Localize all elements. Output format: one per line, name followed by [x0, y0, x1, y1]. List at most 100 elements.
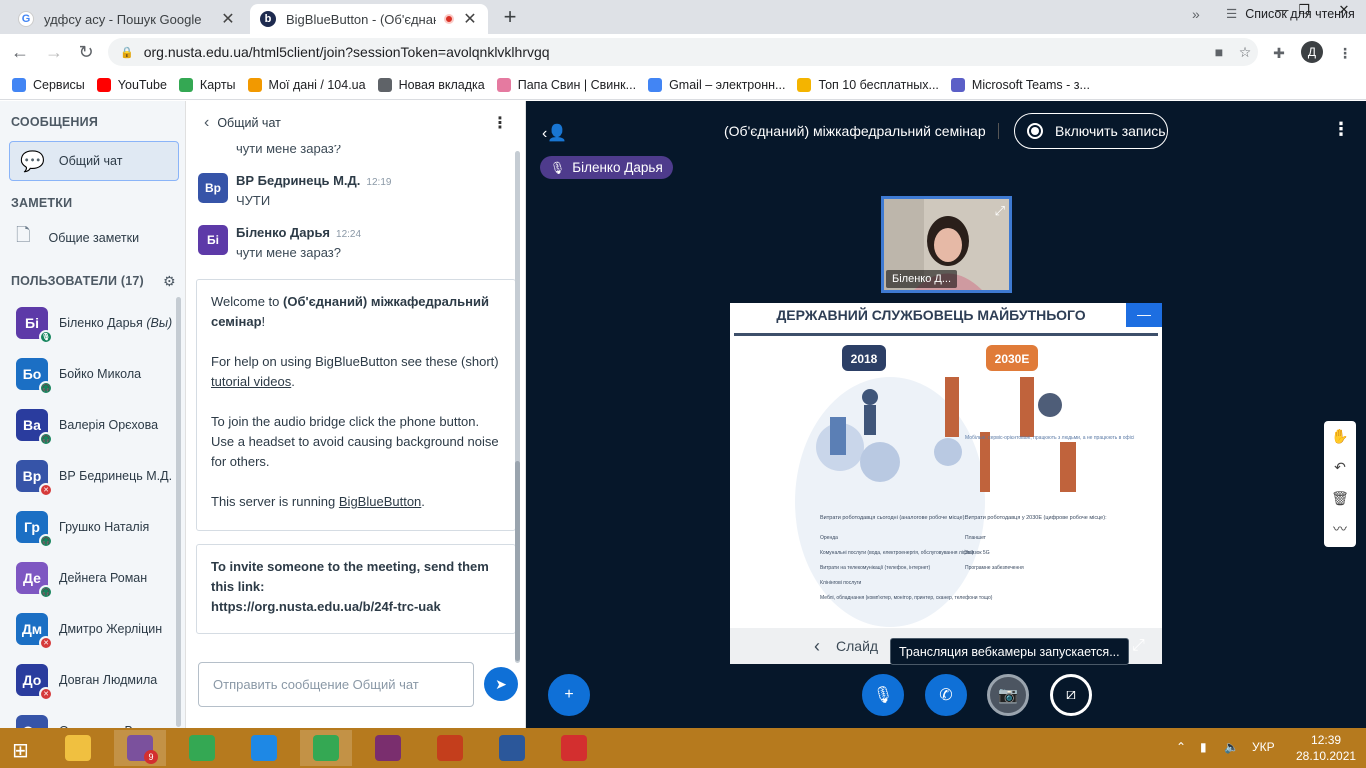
bookmark-label: Microsoft Teams - з...	[971, 77, 1090, 92]
phone-icon: ✆	[939, 687, 953, 704]
tutorial-videos-link[interactable]: tutorial videos	[211, 374, 291, 389]
taskbar-app[interactable]	[362, 730, 414, 766]
actions-button[interactable]: +	[548, 674, 590, 716]
chat-scrollbar-thumb[interactable]	[515, 461, 520, 661]
avatar-initials: Дм	[21, 620, 43, 637]
user-list-item[interactable]: Де 🎧 Дейнега Роман	[0, 552, 176, 603]
more-bookmarks-icon[interactable]: »	[1192, 6, 1200, 22]
chrome-menu-icon[interactable]: ⋮	[1334, 42, 1356, 64]
user-name: Валерія Орєхова	[59, 418, 158, 432]
bookmark-label: Сервисы	[33, 77, 85, 92]
trash-icon[interactable]: 🗑	[1324, 483, 1356, 514]
help-text: For help on using BigBlueButton see thes…	[211, 354, 499, 369]
camera-permission-icon[interactable]: ■	[1206, 44, 1232, 60]
user-list-item[interactable]: Ва 🎧 Валерія Орєхова	[0, 399, 176, 450]
record-button[interactable]: Включить запись	[1014, 113, 1168, 149]
send-button[interactable]: ➤	[484, 667, 518, 701]
talking-indicator[interactable]: 🎙 Біленко Дарья	[540, 156, 673, 179]
user-list-item[interactable]: Бо 🎧 Бойко Микола	[0, 348, 176, 399]
tab-google-search[interactable]: G удфсу асу - Пошук Google ✕	[8, 4, 246, 34]
taskbar-app[interactable]	[52, 730, 104, 766]
user-name: Біленко Дарья (Вы)	[59, 316, 172, 330]
tray-overflow-icon[interactable]: ⌃	[1176, 740, 1186, 754]
chevron-left-icon[interactable]: ‹	[204, 114, 209, 132]
undo-icon[interactable]: ↶	[1324, 452, 1356, 483]
file-explorer-icon	[65, 735, 91, 761]
user-list-item[interactable]: Гр 🎧 Грушко Наталія	[0, 501, 176, 552]
clock-date: 28.10.2021	[1296, 749, 1357, 763]
options-menu-icon[interactable]: ⋮	[1332, 119, 1350, 140]
chrome-icon	[189, 735, 215, 761]
microphone-icon: 🎙	[550, 160, 566, 175]
audio-help-text: To join the audio bridge click the phone…	[211, 414, 499, 469]
address-bar[interactable]: 🔒 org.nusta.edu.ua/html5client/join?sess…	[108, 38, 1258, 66]
user-list-item[interactable]: Дм ✕ Дмитро Жерліцин	[0, 603, 176, 654]
slide-selector[interactable]: Слайд	[836, 638, 878, 654]
minimize-presentation-button[interactable]: —	[1126, 303, 1162, 327]
microphone-button[interactable]: 🎙	[862, 674, 904, 716]
chat-panel: ‹ Общий чат ⋮ чути мене зараз? Вр ВР Бед…	[186, 101, 526, 728]
tab-bigbluebutton[interactable]: b BigBlueButton - (Об'єднани ✕	[250, 4, 488, 34]
user-list-item[interactable]: Бі 🎙 Біленко Дарья (Вы)	[0, 297, 176, 348]
close-tab-icon[interactable]: ✕	[462, 9, 478, 29]
profile-avatar[interactable]: Д	[1301, 41, 1323, 63]
screenshare-button[interactable]: ⧄	[1050, 674, 1092, 716]
user-list-item[interactable]: До ✕ Довган Людмила	[0, 654, 176, 705]
bookmark-item[interactable]: Карты	[178, 77, 236, 92]
bookmark-item[interactable]: Топ 10 бесплатных...	[797, 77, 939, 92]
reload-icon[interactable]: ↻	[74, 40, 98, 64]
invite-link[interactable]: https://org.nusta.edu.ua/b/24f-trc-uak	[211, 597, 501, 617]
taskbar-app[interactable]	[548, 730, 600, 766]
webcam-button[interactable]: 📷	[987, 674, 1029, 716]
bookmark-item[interactable]: Папа Свин | Свинк...	[496, 77, 636, 92]
acrobat-icon	[561, 735, 587, 761]
muted-icon: ✕	[39, 686, 53, 701]
talker-name: Біленко Дарья	[572, 160, 663, 175]
toggle-userlist-icon[interactable]: ‹👤	[542, 123, 567, 143]
windows-start-icon[interactable]: ⊞	[12, 738, 29, 763]
bookmark-item[interactable]: Мої дані / 104.ua	[247, 77, 366, 92]
previous-slide-icon[interactable]: ‹	[814, 636, 820, 657]
extensions-icon[interactable]: ✚	[1268, 42, 1290, 64]
hand-tool-icon[interactable]: ✋	[1324, 421, 1356, 452]
taskbar-app[interactable]	[176, 730, 228, 766]
taskbar-app[interactable]	[486, 730, 538, 766]
back-arrow-icon[interactable]: ←	[8, 40, 32, 64]
user-list-scrollbar[interactable]	[176, 297, 181, 727]
bookmark-item[interactable]: Сервисы	[12, 77, 85, 92]
taskbar-app[interactable]	[238, 730, 290, 766]
reading-list-button[interactable]: ☰ Список для чтения	[1226, 6, 1355, 22]
user-list-item[interactable]: Ос🎧Осередчук Вадим	[0, 705, 176, 728]
public-chat-item[interactable]: 💬 Общий чат	[9, 141, 179, 181]
peppa-icon	[496, 77, 511, 92]
language-indicator[interactable]: УКР	[1252, 740, 1275, 754]
new-tab-button[interactable]: +	[498, 6, 522, 30]
webcam-username: Біленко Д...	[886, 270, 958, 288]
bigbluebutton-link[interactable]: BigBlueButton	[339, 494, 421, 509]
forward-arrow-icon[interactable]: →	[42, 40, 66, 64]
fullscreen-icon[interactable]: ⤢	[1132, 637, 1145, 655]
user-list-item[interactable]: Вр ✕ ВР Бедринець М.Д.	[0, 450, 176, 501]
chat-options-icon[interactable]: ⋮	[492, 113, 508, 133]
taskbar-app[interactable]	[424, 730, 476, 766]
gear-icon[interactable]: ⚙	[163, 273, 176, 290]
shared-notes-item[interactable]: 🗋 Общие заметки	[16, 223, 139, 253]
webcam-video[interactable]: Біленко Д... ⤢	[881, 196, 1012, 293]
network-icon[interactable]: ▮	[1200, 740, 1207, 754]
taskbar-app[interactable]: 9	[114, 730, 166, 766]
chat-input[interactable]: Отправить сообщение Общий чат	[198, 662, 474, 707]
chat-message: Бі Біленко Дарья 12:24 чути мене зараз?	[198, 225, 508, 260]
bookmark-item[interactable]: YouTube	[96, 77, 167, 92]
multi-user-icon[interactable]: 〰	[1324, 514, 1356, 545]
volume-icon[interactable]: 🔈	[1224, 740, 1239, 754]
bookmark-item[interactable]: Microsoft Teams - з...	[950, 77, 1090, 92]
system-clock[interactable]: 12:39 28.10.2021	[1296, 732, 1356, 764]
leave-audio-button[interactable]: ✆	[925, 674, 967, 716]
fullscreen-icon[interactable]: ⤢	[995, 203, 1005, 219]
taskbar-app[interactable]	[300, 730, 352, 766]
bookmark-item[interactable]: Новая вкладка	[377, 77, 485, 92]
close-tab-icon[interactable]: ✕	[220, 9, 236, 29]
bookmark-item[interactable]: Gmail – электронн...	[648, 77, 785, 92]
url-text[interactable]: org.nusta.edu.ua/html5client/join?sessio…	[144, 44, 1206, 60]
bookmark-star-icon[interactable]: ☆	[1232, 44, 1258, 61]
